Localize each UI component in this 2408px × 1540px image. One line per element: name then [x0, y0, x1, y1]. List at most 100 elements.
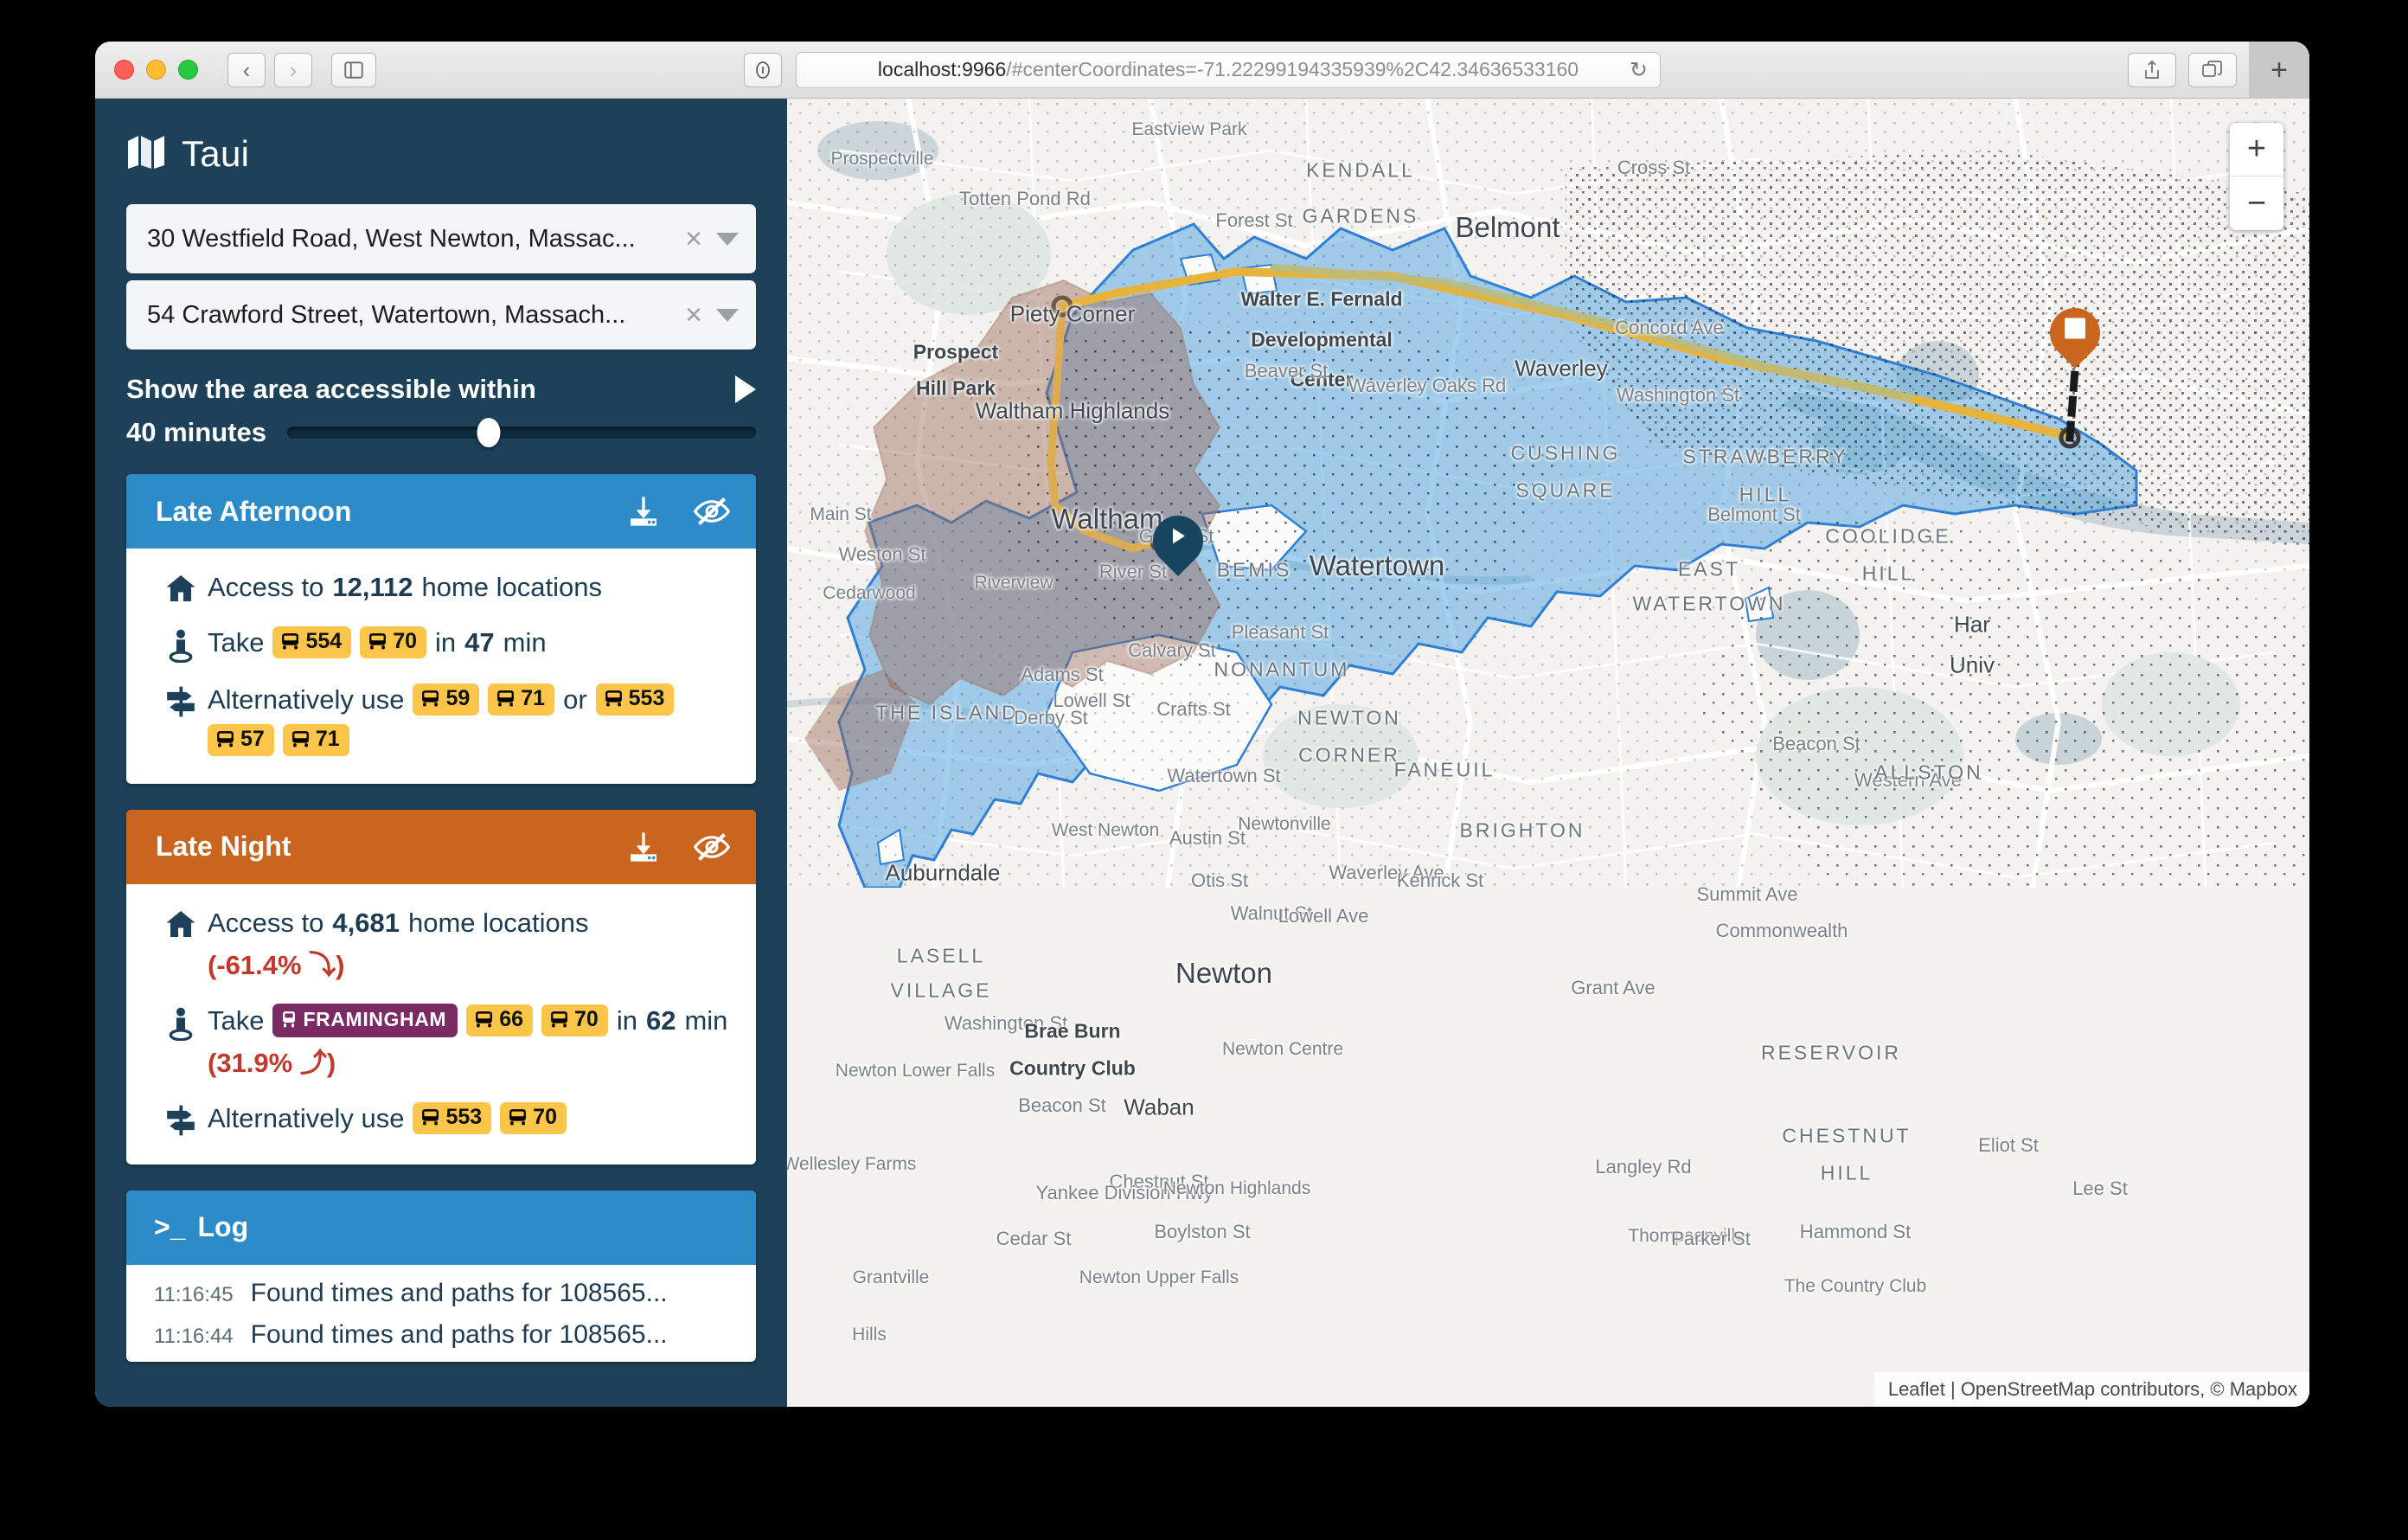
bus-route-badge[interactable]: 66 [466, 1004, 533, 1036]
scenario-row: Access to12,112home locations [154, 569, 730, 606]
route-label: 59 [445, 687, 470, 711]
slider-thumb[interactable] [477, 418, 501, 447]
show-tabs-icon[interactable] [2188, 53, 2237, 87]
share-icon[interactable] [2128, 53, 2176, 87]
bus-route-badge[interactable]: 59 [413, 683, 479, 715]
url-host: localhost:9966 [878, 58, 1006, 81]
scenario-card-header: Late Afternoon [126, 474, 756, 549]
map-place-label: Brae Burn [1024, 1019, 1120, 1043]
map-place-label: Wellesley Farms [787, 1154, 916, 1175]
bus-route-badge[interactable]: 70 [360, 626, 426, 658]
route-label: 553 [445, 1106, 482, 1130]
origin-address-field[interactable]: 30 Westfield Road, West Newton, Massac..… [126, 204, 756, 273]
route-label: 70 [393, 630, 417, 654]
scenario-row: Take55470in47min [154, 625, 730, 663]
scenario-card-actions [626, 494, 730, 529]
row-text-fragment: in [617, 1003, 637, 1039]
route-label: 66 [499, 1008, 523, 1032]
route-label: 70 [574, 1008, 599, 1032]
map-zoom-controls: + − [2230, 123, 2283, 230]
url-input[interactable]: localhost:9966/#centerCoordinates=-71.22… [796, 52, 1661, 88]
row-text-fragment: Alternatively use [208, 682, 404, 718]
map-place-label: Newton Upper Falls [1079, 1267, 1239, 1288]
bus-route-badge[interactable]: 57 [208, 724, 274, 756]
scenario-cards: Late Afternoon Access to12,112home locati… [126, 474, 756, 1165]
scenario-card: Late Afternoon Access to12,112home locati… [126, 474, 756, 784]
eye-slash-icon[interactable] [694, 497, 730, 526]
log-entry: 11:16:45Found times and paths for 108565… [154, 1279, 756, 1308]
log-entries: 11:16:45Found times and paths for 108565… [126, 1265, 756, 1350]
bus-route-badge[interactable]: 71 [488, 683, 554, 715]
row-text-fragment: or [563, 682, 587, 718]
download-icon[interactable] [626, 494, 661, 529]
map-place-label: Parker St [1671, 1228, 1751, 1250]
destination-map-pin[interactable] [2050, 308, 2100, 358]
map-attribution[interactable]: Leaflet | OpenStreetMap contributors, © … [1874, 1372, 2309, 1407]
url-path: /#centerCoordinates=-71.22299194335939%2… [1006, 58, 1579, 81]
scenario-row: Alternatively use55370 [154, 1100, 730, 1137]
log-title: >_ Log [154, 1211, 248, 1243]
destination-clear-icon[interactable]: × [685, 300, 702, 330]
scenario-row: TakeFRAMINGHAM6670in62min(31.9% ⤴) [154, 1003, 730, 1081]
map-view[interactable]: ProspectvilleEastview ParkKENDALLGARDENS… [787, 99, 2309, 1407]
origin-chevron-down-icon[interactable] [716, 233, 739, 246]
map-place-label: Commonwealth [1716, 920, 1848, 942]
forward-button[interactable]: › [274, 53, 312, 87]
route-label: 71 [316, 728, 340, 752]
log-title-text: Log [197, 1211, 248, 1243]
map-place-label: Chestnut St [1110, 1171, 1209, 1193]
close-window-button[interactable] [114, 60, 134, 80]
zoom-out-button[interactable]: − [2230, 176, 2283, 230]
log-entry-message: Found times and paths for 108565... [251, 1279, 668, 1308]
scenario-row-text: Alternatively use55370 [208, 1100, 730, 1137]
origin-pin-glyph [1167, 524, 1189, 551]
eye-slash-icon[interactable] [694, 832, 730, 862]
new-tab-button[interactable]: + [2249, 42, 2309, 99]
map-place-label: Cedar St [996, 1228, 1072, 1250]
person-icon [154, 625, 208, 663]
reader-view-icon[interactable] [744, 53, 782, 87]
person-icon [154, 1003, 208, 1041]
map-place-label: Eliot St [1978, 1134, 2039, 1157]
minimize-window-button[interactable] [146, 60, 166, 80]
sidebar-toggle-icon[interactable] [331, 53, 376, 87]
bus-route-badge[interactable]: 71 [283, 724, 349, 756]
emphasis-value: 62 [646, 1003, 676, 1039]
download-icon[interactable] [626, 830, 661, 864]
bus-route-badge[interactable]: 70 [500, 1102, 567, 1134]
destination-address-field[interactable]: 54 Crawford Street, Watertown, Massach..… [126, 280, 756, 350]
map-place-label: Hammond St [1800, 1221, 1911, 1243]
emphasis-value: 12,112 [332, 569, 413, 606]
row-text-fragment: min [503, 625, 547, 661]
origin-map-pin[interactable] [1153, 516, 1203, 566]
minutes-slider[interactable] [287, 427, 756, 439]
scenario-card-title: Late Night [156, 831, 626, 863]
origin-clear-icon[interactable]: × [685, 224, 702, 253]
change-percentage: (31.9% ⤴) [208, 1045, 336, 1081]
log-entry: 11:16:44Found times and paths for 108565… [154, 1320, 756, 1350]
reload-icon[interactable]: ↻ [1630, 57, 1648, 83]
bus-route-badge[interactable]: 553 [596, 683, 675, 715]
signpost-icon [154, 1100, 208, 1137]
map-place-label: Grant Ave [1571, 977, 1655, 999]
accessibility-slider-header: Show the area accessible within [126, 374, 756, 405]
row-text-fragment: Access to [208, 905, 323, 941]
scenario-row-text: Alternatively use 59 71 or 553 57 71 [208, 682, 730, 756]
slider-label: Show the area accessible within [126, 374, 536, 405]
bus-route-badge[interactable]: 554 [272, 626, 351, 658]
rail-line-badge[interactable]: FRAMINGHAM [272, 1004, 458, 1036]
bus-route-badge[interactable]: 553 [413, 1102, 491, 1134]
navigation-buttons: ‹ › [227, 53, 312, 87]
back-button[interactable]: ‹ [227, 53, 266, 87]
maximize-window-button[interactable] [178, 60, 198, 80]
bus-route-badge[interactable]: 70 [541, 1004, 608, 1036]
zoom-in-button[interactable]: + [2230, 123, 2283, 176]
play-animation-icon[interactable] [735, 375, 756, 403]
map-place-label: Beacon St [1018, 1094, 1106, 1117]
map-place-label: Washington St [945, 1012, 1067, 1035]
destination-chevron-down-icon[interactable] [716, 309, 739, 322]
map-place-label: Hills [852, 1325, 887, 1345]
map-place-label: HILL [1821, 1161, 1873, 1184]
slider-value-label: 40 minutes [126, 417, 266, 448]
emphasis-value: 47 [464, 625, 494, 661]
